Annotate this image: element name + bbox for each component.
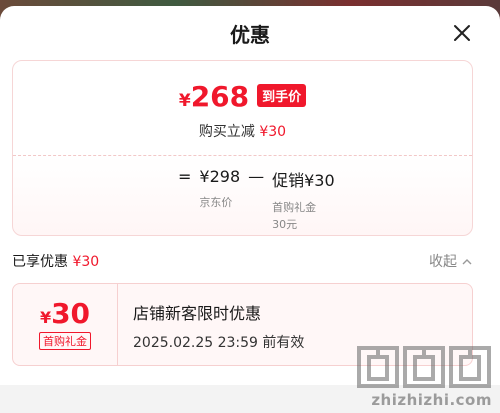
base-price: ¥298 <box>199 167 241 186</box>
final-price-row: ¥268 到手价 <box>13 83 472 111</box>
coupon-value: 30 <box>51 296 91 330</box>
promo-subcaption: 30元 <box>272 218 298 231</box>
coupon-title: 店铺新客限时优惠 <box>133 304 262 323</box>
site-watermark: zhizhizhi.com <box>356 345 492 409</box>
price-breakdown-card: ¥268 到手价 购买立减 ¥30 = ¥298 京东价 — 促销¥30 首购礼… <box>12 60 473 236</box>
equals-sign: = <box>178 167 192 186</box>
sheet-title: 优惠 <box>230 23 270 47</box>
coupon-expiry: 2025.02.25 23:59 前有效 <box>133 335 305 351</box>
coupon-currency: ¥ <box>39 307 52 327</box>
coupon-value-panel: ¥30 首购礼金 <box>13 284 118 365</box>
final-price: ¥268 <box>179 83 249 111</box>
coupon-tag: 首购礼金 <box>39 331 91 350</box>
chevron-up-icon <box>462 258 472 264</box>
coupon-info: 店铺新客限时优惠 2025.02.25 23:59 前有效 <box>118 284 304 365</box>
collapse-label: 收起 <box>429 254 457 270</box>
sheet-header: 优惠 <box>0 6 500 58</box>
promo-amount: 促销¥30 <box>272 171 335 190</box>
discount-label: 购买立减 <box>198 124 255 140</box>
enjoyed-discount: 已享优惠 ¥30 <box>12 251 99 271</box>
watermark-text: zhizhizhi.com <box>371 391 492 409</box>
discount-summary: 购买立减 ¥30 <box>13 121 472 141</box>
base-price-caption: 京东价 <box>199 196 233 209</box>
final-price-badge: 到手价 <box>257 84 307 107</box>
coupon-amount: ¥30 <box>39 296 91 330</box>
promo-term: 促销¥30 首购礼金 30元 <box>272 167 335 232</box>
final-price-currency: ¥ <box>178 91 191 111</box>
discount-amount: ¥30 <box>259 124 287 140</box>
collapse-button[interactable]: 收起 <box>429 251 472 271</box>
promo-caption: 首购礼金 <box>272 201 317 214</box>
price-formula: = ¥298 京东价 — 促销¥30 首购礼金 30元 <box>170 167 335 232</box>
watermark-logo <box>356 345 492 389</box>
minus-sign: — <box>248 167 265 186</box>
base-price-term: ¥298 京东价 <box>199 167 240 210</box>
dashed-divider <box>13 155 472 156</box>
enjoyed-amount: ¥30 <box>72 254 100 270</box>
close-icon[interactable] <box>452 23 472 43</box>
final-price-value: 268 <box>190 80 250 113</box>
enjoyed-label: 已享优惠 <box>12 254 68 270</box>
